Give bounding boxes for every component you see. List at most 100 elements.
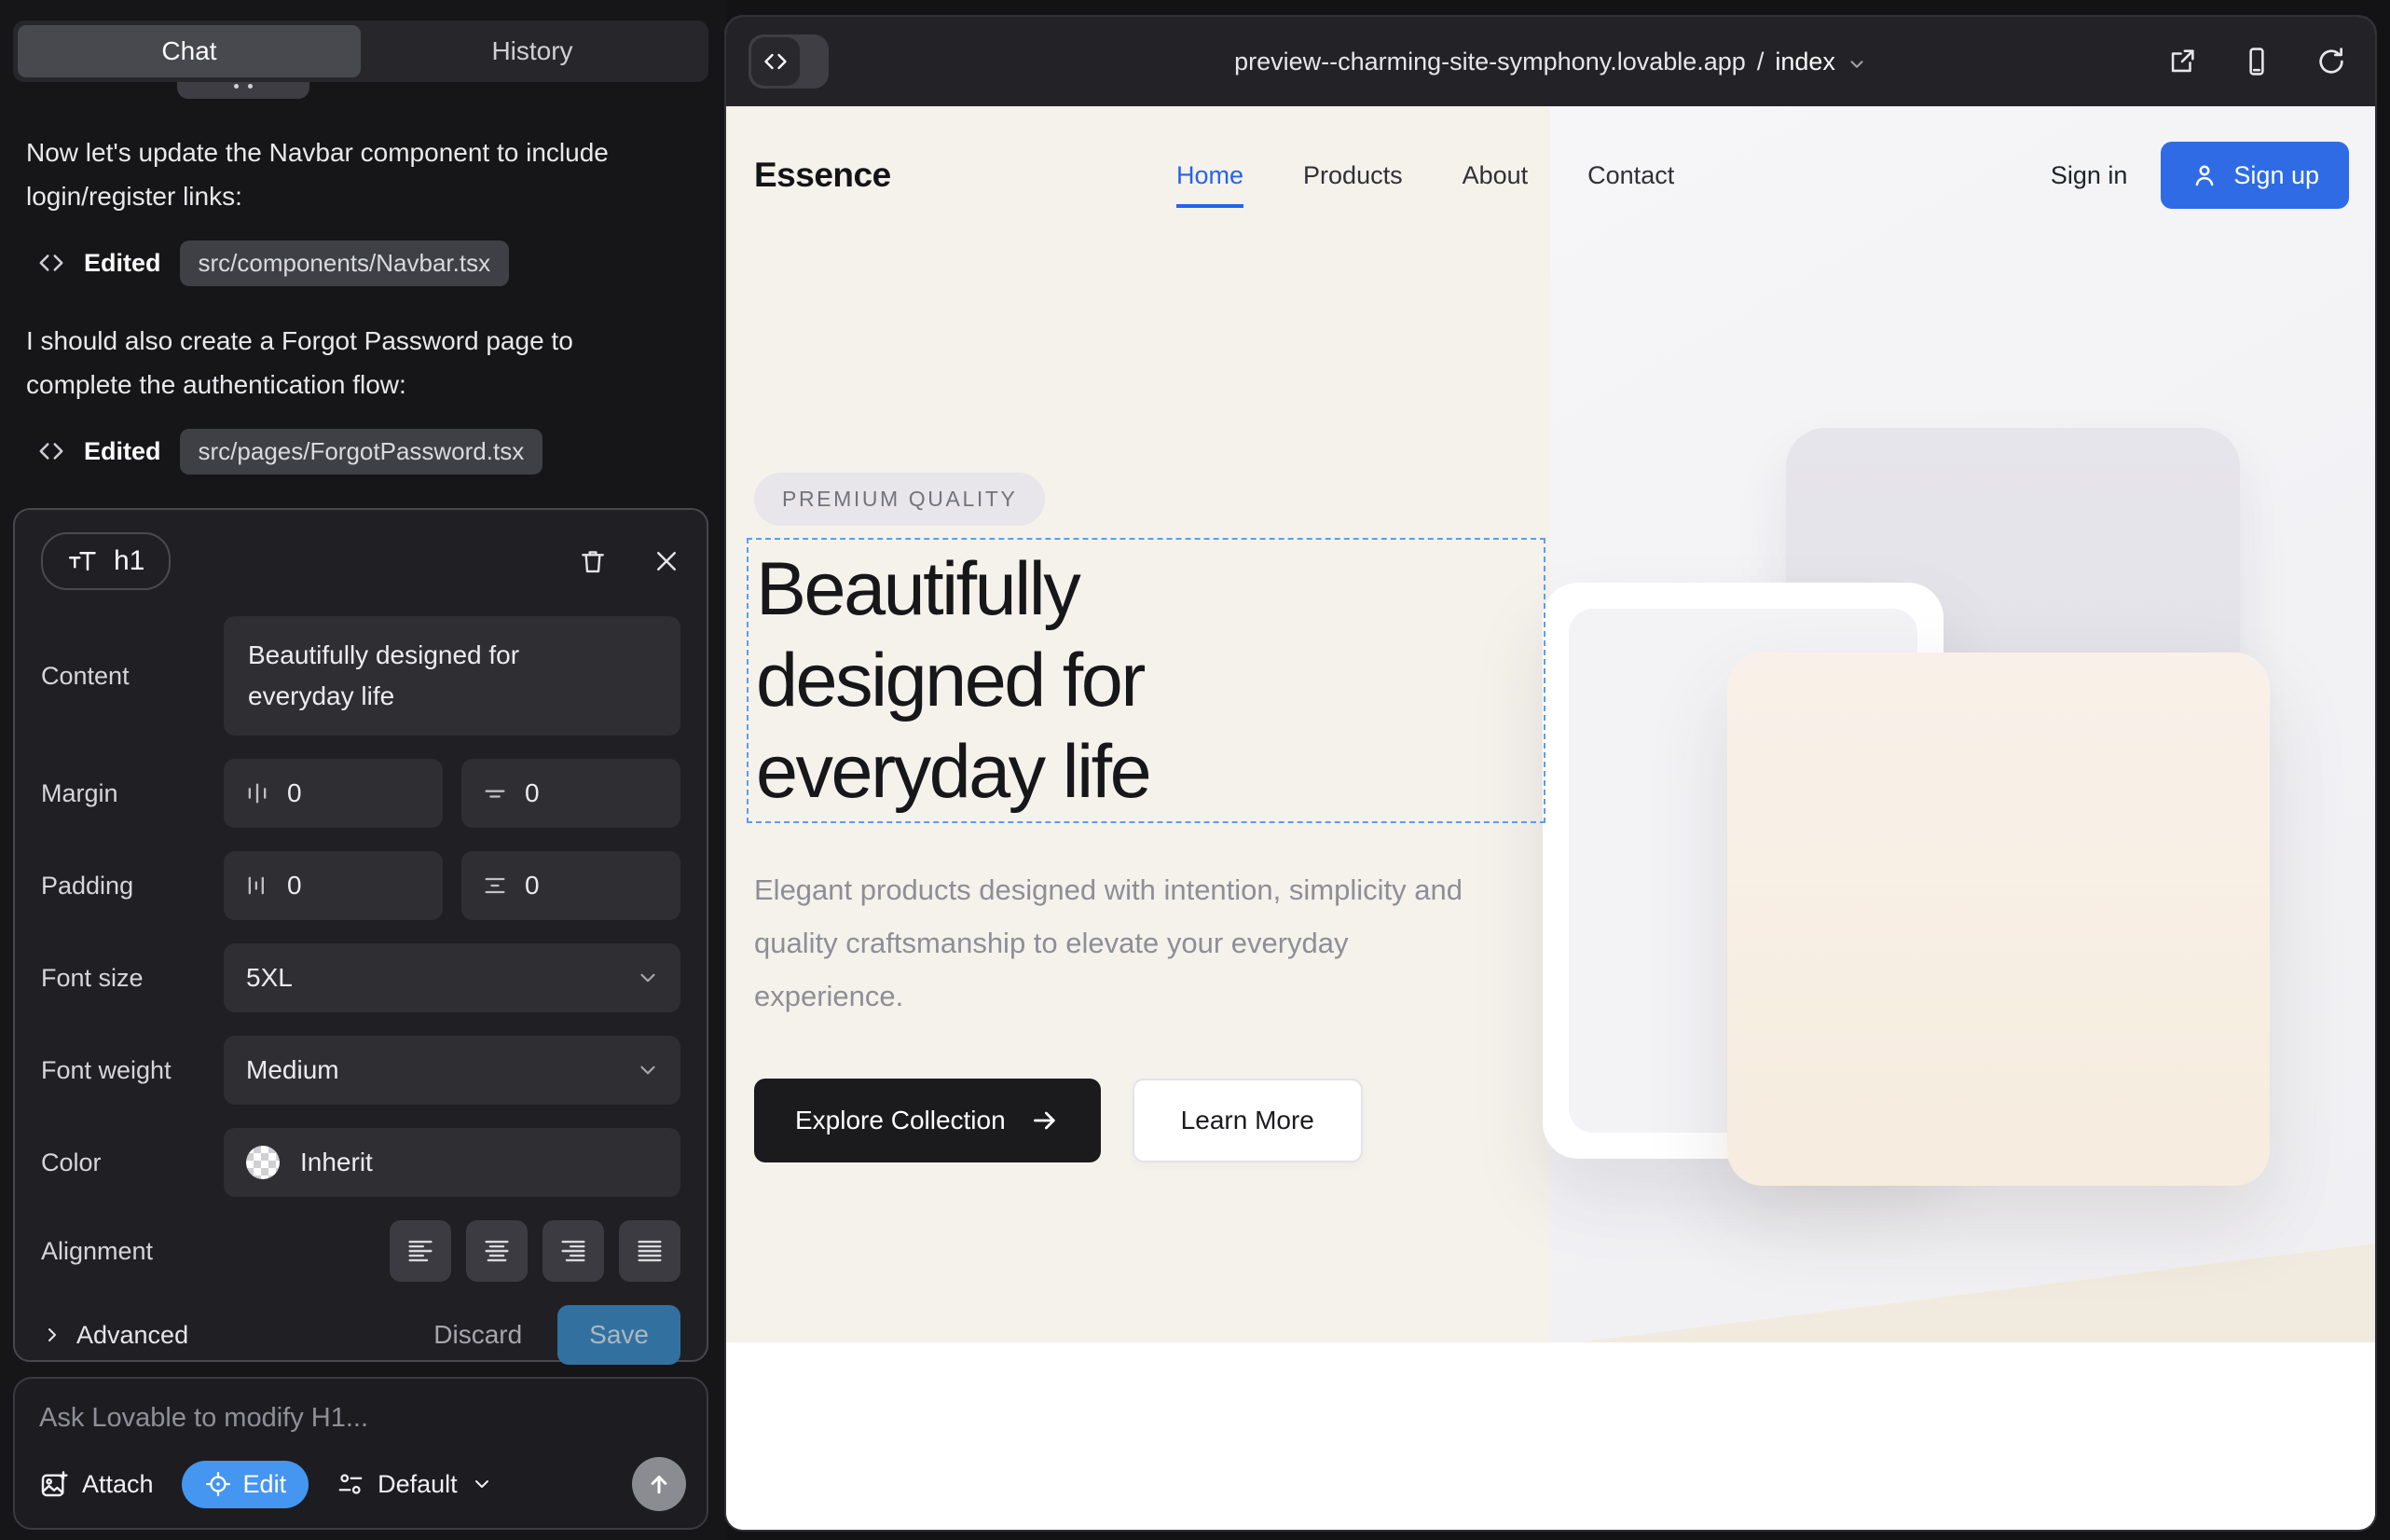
file-edit-row[interactable]: Edited src/pages/ForgotPassword.tsx: [37, 429, 543, 474]
margin-y-input[interactable]: 0: [461, 759, 680, 828]
preview-route: index: [1775, 48, 1835, 76]
font-weight-select[interactable]: Medium: [224, 1036, 680, 1105]
chat-message: Now let's update the Navbar component to…: [26, 131, 669, 218]
margin-vertical-icon: [482, 780, 508, 806]
color-label: Color: [41, 1148, 224, 1177]
preview-window: preview--charming-site-symphony.lovable.…: [726, 17, 2375, 1530]
sliders-icon: [337, 1470, 364, 1498]
hero-heading: Beautifully designed for everyday life: [756, 543, 1544, 818]
code-icon: [37, 437, 65, 465]
explore-collection-button[interactable]: Explore Collection: [754, 1079, 1101, 1162]
scrolled-chip-fragment: [177, 82, 309, 99]
margin-label: Margin: [41, 779, 224, 808]
attach-image-icon: [39, 1469, 69, 1499]
file-edit-row[interactable]: Edited src/components/Navbar.tsx: [37, 241, 509, 285]
person-icon: [2191, 161, 2218, 189]
chevron-down-icon: [636, 1058, 660, 1082]
padding-y-input[interactable]: 0: [461, 851, 680, 920]
margin-horizontal-icon: [244, 780, 270, 806]
edited-label: Edited: [84, 437, 161, 466]
element-editor-panel: h1 Content Beautifully designed for ever…: [13, 508, 708, 1362]
selected-h1-outline[interactable]: Beautifully designed for everyday life: [747, 538, 1545, 823]
chevron-down-icon: [636, 966, 660, 990]
font-size-label: Font size: [41, 964, 224, 993]
align-center-button[interactable]: [466, 1220, 528, 1282]
hero-badge: PREMIUM QUALITY: [754, 473, 1045, 526]
font-weight-label: Font weight: [41, 1056, 224, 1085]
element-tag-label: h1: [114, 545, 144, 577]
font-weight-value: Medium: [246, 1055, 339, 1085]
font-size-select[interactable]: 5XL: [224, 943, 680, 1012]
chevron-down-icon[interactable]: [1847, 54, 1867, 75]
attach-button[interactable]: Attach: [39, 1469, 154, 1499]
edited-label: Edited: [84, 249, 161, 278]
color-swatch: [246, 1146, 280, 1179]
learn-more-button[interactable]: Learn More: [1133, 1079, 1363, 1162]
selected-element-pill[interactable]: h1: [41, 532, 171, 590]
type-icon: [67, 547, 99, 575]
alignment-label: Alignment: [41, 1237, 224, 1266]
chevron-right-icon: [41, 1324, 63, 1346]
preview-site: Essence Home Products About Contact Sign…: [726, 106, 2375, 1530]
site-logo[interactable]: Essence: [754, 156, 891, 195]
advanced-toggle[interactable]: Advanced: [41, 1321, 188, 1350]
default-label: Default: [378, 1470, 458, 1499]
edited-file-chip[interactable]: src/pages/ForgotPassword.tsx: [180, 429, 543, 474]
padding-x-input[interactable]: 0: [224, 851, 443, 920]
composer-placeholder[interactable]: Ask Lovable to modify H1...: [39, 1403, 682, 1434]
attach-label: Attach: [82, 1470, 154, 1499]
url-separator: /: [1757, 48, 1765, 76]
sidebar-tab-bar: Chat History: [13, 21, 708, 82]
content-input[interactable]: Beautifully designed for everyday life: [224, 616, 680, 736]
site-navbar: Essence Home Products About Contact Sign…: [726, 132, 2375, 218]
tab-chat[interactable]: Chat: [18, 25, 361, 77]
delete-element-button[interactable]: [578, 546, 608, 576]
nav-link-about[interactable]: About: [1463, 161, 1529, 190]
padding-y-value: 0: [525, 871, 540, 901]
padding-x-value: 0: [287, 871, 302, 901]
hero-description: Elegant products designed with intention…: [754, 863, 1500, 1023]
color-select[interactable]: Inherit: [224, 1128, 680, 1197]
sign-up-label: Sign up: [2233, 161, 2319, 190]
padding-label: Padding: [41, 872, 224, 901]
mobile-view-icon[interactable]: [2241, 46, 2273, 77]
advanced-label: Advanced: [76, 1321, 188, 1350]
padding-vertical-icon: [482, 873, 508, 899]
arrow-right-icon: [1030, 1106, 1060, 1135]
sign-up-button[interactable]: Sign up: [2161, 142, 2349, 209]
nav-link-home[interactable]: Home: [1176, 161, 1243, 208]
decor-card-beige: [1727, 653, 2270, 1186]
close-panel-icon[interactable]: [652, 547, 680, 575]
preview-url[interactable]: preview--charming-site-symphony.lovable.…: [726, 17, 2375, 106]
edit-label: Edit: [243, 1470, 287, 1499]
open-external-icon[interactable]: [2166, 46, 2198, 77]
preview-toolbar: preview--charming-site-symphony.lovable.…: [726, 17, 2375, 106]
preview-domain: preview--charming-site-symphony.lovable.…: [1234, 48, 1746, 76]
code-icon: [37, 249, 65, 277]
edited-file-chip[interactable]: src/components/Navbar.tsx: [180, 241, 510, 286]
explore-collection-label: Explore Collection: [795, 1106, 1006, 1135]
chevron-down-icon: [471, 1473, 493, 1495]
edit-mode-button[interactable]: Edit: [182, 1461, 309, 1508]
chat-composer[interactable]: Ask Lovable to modify H1... Attach Edit …: [13, 1377, 708, 1530]
nav-link-contact[interactable]: Contact: [1587, 161, 1674, 190]
lovable-sidebar: Chat History Now let's update the Navbar…: [0, 0, 726, 1540]
target-icon: [204, 1470, 232, 1498]
align-left-button[interactable]: [390, 1220, 451, 1282]
margin-y-value: 0: [525, 778, 540, 808]
align-justify-button[interactable]: [619, 1220, 680, 1282]
refresh-icon[interactable]: [2315, 46, 2347, 77]
tab-history[interactable]: History: [361, 25, 704, 77]
color-value: Inherit: [300, 1148, 373, 1177]
margin-x-input[interactable]: 0: [224, 759, 443, 828]
send-button[interactable]: [632, 1457, 686, 1511]
default-mode-dropdown[interactable]: Default: [337, 1470, 493, 1499]
nav-link-products[interactable]: Products: [1303, 161, 1403, 190]
margin-x-value: 0: [287, 778, 302, 808]
discard-button[interactable]: Discard: [433, 1320, 522, 1350]
save-button[interactable]: Save: [557, 1305, 680, 1365]
font-size-value: 5XL: [246, 963, 293, 993]
padding-horizontal-icon: [244, 873, 270, 899]
align-right-button[interactable]: [543, 1220, 604, 1282]
sign-in-link[interactable]: Sign in: [2051, 161, 2128, 190]
